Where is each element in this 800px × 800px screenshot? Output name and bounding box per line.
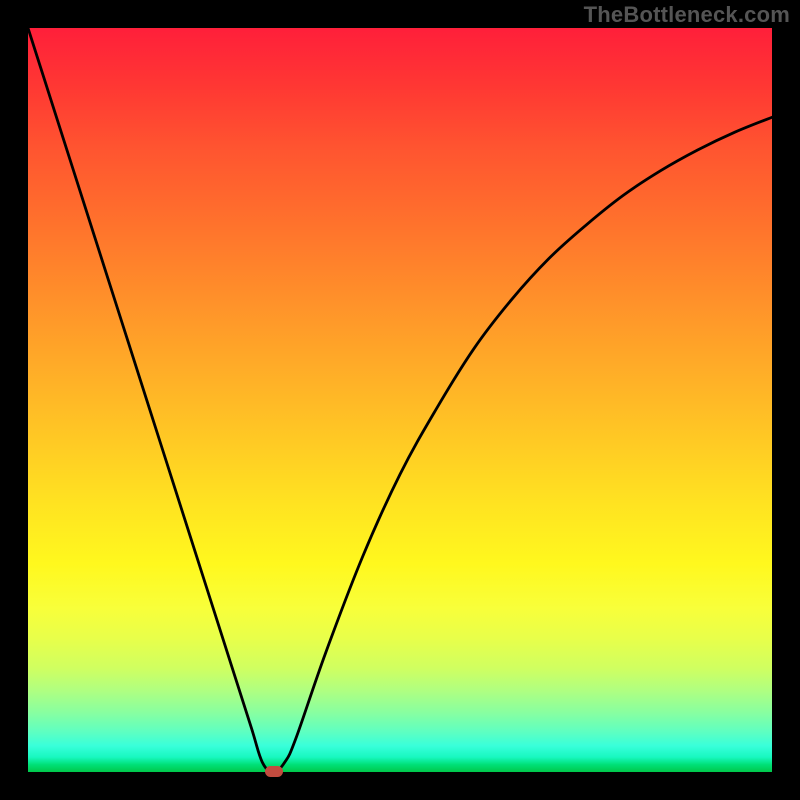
chart-plot-area <box>28 28 772 772</box>
chart-curve-svg <box>28 28 772 772</box>
bottleneck-curve <box>28 28 772 772</box>
minimum-marker <box>265 766 283 777</box>
watermark-text: TheBottleneck.com <box>584 2 790 28</box>
